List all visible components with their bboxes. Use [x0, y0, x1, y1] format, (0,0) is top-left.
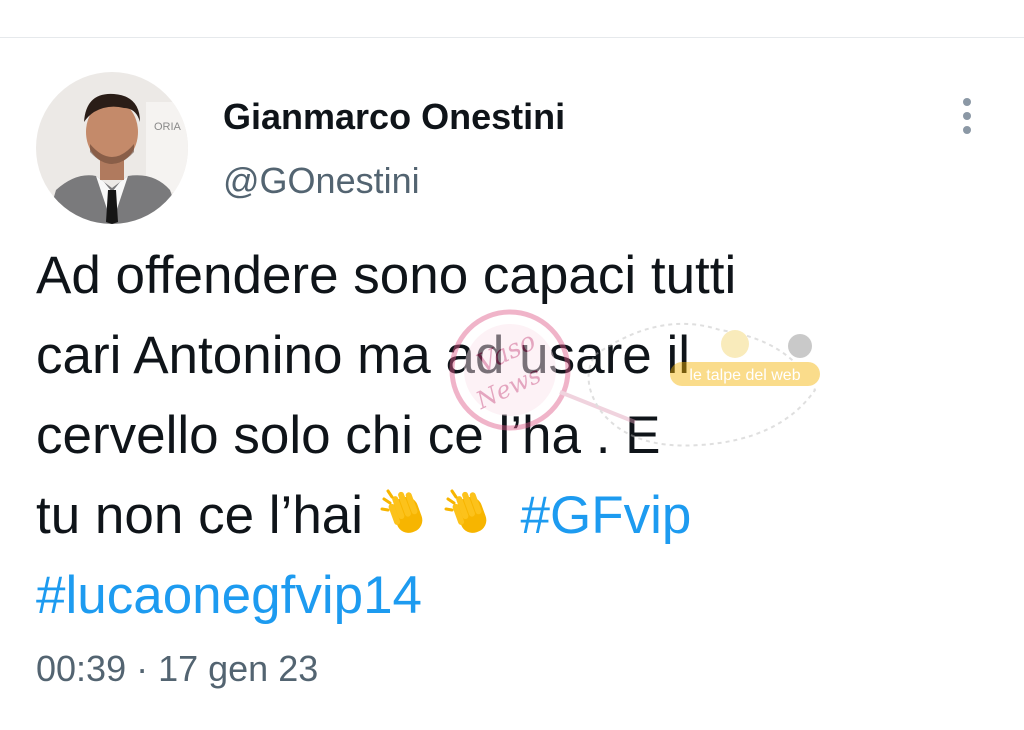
avatar-image: ORIA — [36, 72, 188, 224]
hashtag-link[interactable]: #lucaonegfvip14 — [36, 566, 422, 625]
tweet-text-line: cervello solo chi ce l’ha . E — [36, 406, 661, 465]
svg-text:ORIA: ORIA — [154, 121, 182, 133]
tweet-text-fragment: tu non ce l’hai — [36, 486, 364, 545]
tweet-text-line-4: tu non ce l’hai #GFvip — [36, 476, 996, 556]
author-handle[interactable]: @GOnestini — [223, 160, 420, 202]
author-display-name[interactable]: Gianmarco Onestini — [223, 96, 565, 138]
tweet-timestamp[interactable]: 00:39 · 17 gen 23 — [36, 648, 318, 690]
clapping-hands-emoji — [378, 485, 436, 543]
tweet-text-line: cari Antonino ma ad usare il — [36, 326, 691, 385]
tweet-text-line: Ad offendere sono capaci tutti — [36, 246, 737, 305]
clapping-hands-emoji — [442, 485, 500, 543]
more-vertical-icon[interactable] — [952, 96, 982, 138]
top-divider — [0, 37, 1024, 38]
avatar[interactable]: ORIA — [36, 72, 188, 224]
hashtag-link[interactable]: #GFvip — [521, 486, 692, 545]
tweet-text: Ad offendere sono capaci tutti cari Anto… — [36, 236, 996, 636]
tweet-text-line-5: #lucaonegfvip14 — [36, 556, 996, 636]
